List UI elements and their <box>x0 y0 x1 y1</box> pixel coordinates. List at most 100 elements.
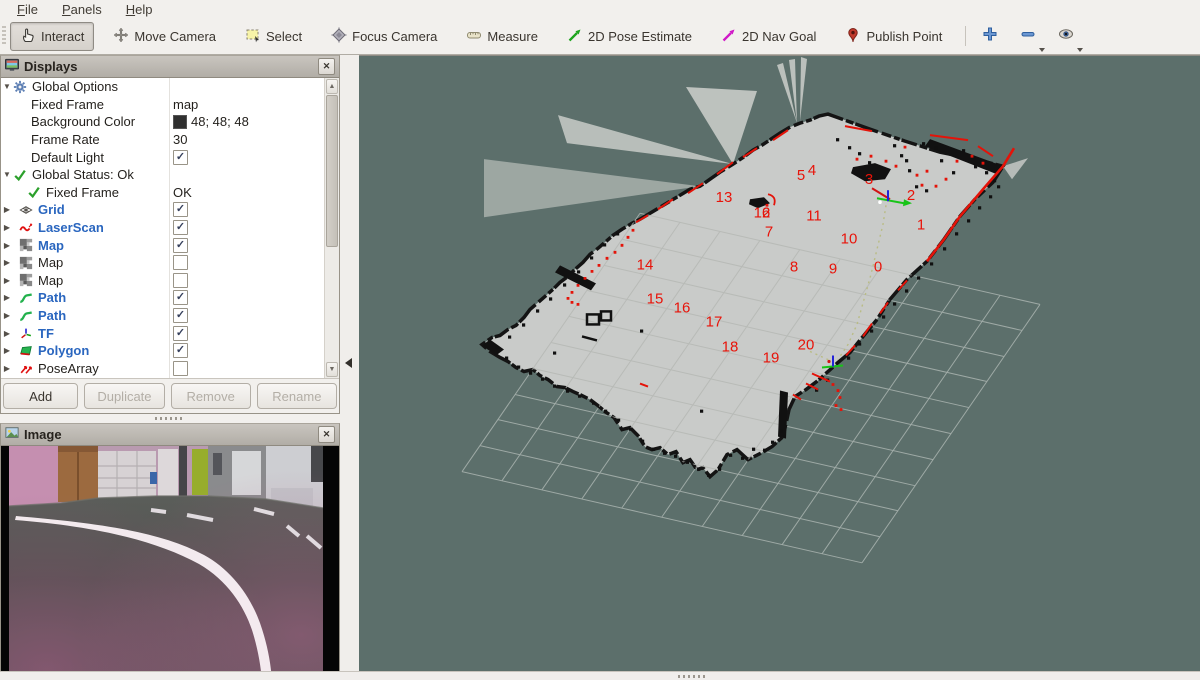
expander-right-icon[interactable]: ▶ <box>1 311 13 320</box>
tree-row-path[interactable]: ▶Path✓ <box>1 307 325 325</box>
tool-focus-camera[interactable]: Focus Camera <box>321 22 447 51</box>
tool-2d-nav-goal[interactable]: 2D Nav Goal <box>711 22 826 51</box>
tree-row-default-light[interactable]: Default Light✓ <box>1 148 325 166</box>
eye-button[interactable] <box>1052 23 1080 50</box>
collapse-panel-icon[interactable] <box>345 358 352 368</box>
tree-row-map[interactable]: ▶Map✓ <box>1 236 325 254</box>
tree-row-frame-rate[interactable]: Frame Rate30 <box>1 131 325 149</box>
visibility-checkbox[interactable] <box>173 255 188 270</box>
visibility-checkbox[interactable]: ✓ <box>173 150 188 165</box>
waypoint-label-14: 14 <box>637 256 654 273</box>
polygon-icon <box>19 344 35 358</box>
waypoint-label-5: 5 <box>797 167 805 184</box>
visibility-checkbox[interactable]: ✓ <box>173 238 188 253</box>
tree-row-posearray[interactable]: ▶PoseArray <box>1 360 325 378</box>
vertical-splitter[interactable] <box>340 55 359 672</box>
expander-down-icon[interactable]: ▼ <box>1 170 13 179</box>
color-swatch <box>173 115 187 129</box>
tool-publish-point[interactable]: Publish Point <box>835 22 952 51</box>
expander-right-icon[interactable]: ▶ <box>1 329 13 338</box>
move-camera-icon <box>113 27 129 46</box>
tool-interact[interactable]: Interact <box>10 22 94 51</box>
bottom-splitter[interactable] <box>0 671 1200 680</box>
tree-row-global-options[interactable]: ▼Global Options <box>1 78 325 96</box>
tool-2d-pose-estimate[interactable]: 2D Pose Estimate <box>557 22 702 51</box>
menu-help[interactable]: Help <box>115 2 164 17</box>
tree-row-background-color[interactable]: Background Color48; 48; 48 <box>1 113 325 131</box>
waypoint-label-19: 19 <box>763 349 780 366</box>
zoom-out-icon <box>1020 26 1036 47</box>
waypoint-label-8: 8 <box>790 258 798 275</box>
tree-row-tf[interactable]: ▶TF✓ <box>1 324 325 342</box>
tree-row-grid[interactable]: ▶Grid✓ <box>1 201 325 219</box>
hand-icon <box>20 27 36 46</box>
tool-move-camera[interactable]: Move Camera <box>103 22 226 51</box>
waypoint-label-3: 3 <box>865 171 873 188</box>
visibility-checkbox[interactable]: ✓ <box>173 202 188 217</box>
path-icon <box>19 291 35 305</box>
waypoint-label-2: 2 <box>907 187 915 204</box>
property-value[interactable]: 48; 48; 48 <box>191 114 249 129</box>
visibility-checkbox[interactable]: ✓ <box>173 343 188 358</box>
chevron-down-icon[interactable] <box>1039 48 1045 52</box>
image-icon <box>5 426 19 443</box>
expander-right-icon[interactable]: ▶ <box>1 223 13 232</box>
tree-row-path[interactable]: ▶Path✓ <box>1 289 325 307</box>
scroll-up-icon[interactable]: ▲ <box>326 79 338 94</box>
waypoint-label-18: 18 <box>722 338 739 355</box>
waypoint-label-11: 11 <box>806 207 822 224</box>
expander-right-icon[interactable]: ▶ <box>1 293 13 302</box>
tool-select[interactable]: Select <box>235 22 312 51</box>
status-ok-icon <box>13 168 29 182</box>
expander-right-icon[interactable]: ▶ <box>1 364 13 373</box>
remove-button: Remove <box>171 383 251 409</box>
eye-icon <box>1058 26 1074 47</box>
scrollbar-thumb[interactable] <box>326 95 338 247</box>
expander-down-icon[interactable]: ▼ <box>1 82 13 91</box>
toolbar-separator <box>965 26 966 46</box>
expander-right-icon[interactable]: ▶ <box>1 241 13 250</box>
menu-file[interactable]: File <box>6 2 49 17</box>
image-panel-title: Image <box>24 427 62 442</box>
close-icon[interactable]: ✕ <box>318 58 335 75</box>
add-button[interactable]: Add <box>3 383 78 409</box>
nav-goal-icon <box>721 27 737 46</box>
visibility-checkbox[interactable]: ✓ <box>173 326 188 341</box>
horizontal-splitter[interactable] <box>0 414 340 423</box>
tree-scrollbar[interactable]: ▲ ▼ <box>324 78 339 378</box>
property-value[interactable]: 30 <box>173 132 187 147</box>
tree-row-fixed-frame[interactable]: Fixed FrameOK <box>1 184 325 202</box>
visibility-checkbox[interactable]: ✓ <box>173 290 188 305</box>
left-column: Displays ✕ ▼Global OptionsFixed Framemap… <box>0 55 340 672</box>
tree-row-fixed-frame[interactable]: Fixed Framemap <box>1 96 325 114</box>
visibility-checkbox[interactable] <box>173 361 188 376</box>
menu-panels[interactable]: Panels <box>51 2 113 17</box>
displays-panel-titlebar[interactable]: Displays ✕ <box>1 56 339 78</box>
tool-measure[interactable]: Measure <box>456 22 548 51</box>
chevron-down-icon[interactable] <box>1077 48 1083 52</box>
visibility-checkbox[interactable]: ✓ <box>173 308 188 323</box>
expander-right-icon[interactable]: ▶ <box>1 205 13 214</box>
visibility-checkbox[interactable]: ✓ <box>173 220 188 235</box>
zoom-in-button[interactable] <box>976 23 1004 50</box>
expander-right-icon[interactable]: ▶ <box>1 258 13 267</box>
zoom-out-button[interactable] <box>1014 23 1042 50</box>
waypoint-label-10: 10 <box>841 230 858 247</box>
image-panel-titlebar[interactable]: Image ✕ <box>1 424 339 446</box>
laserscan-icon <box>19 221 35 235</box>
visibility-checkbox[interactable] <box>173 273 188 288</box>
property-value[interactable]: map <box>173 97 198 112</box>
tree-row-polygon[interactable]: ▶Polygon✓ <box>1 342 325 360</box>
tree-row-laserscan[interactable]: ▶LaserScan✓ <box>1 219 325 237</box>
3d-viewport[interactable]: 01234567891011121314151617181920 <box>359 55 1200 672</box>
property-value[interactable]: OK <box>173 185 192 200</box>
tree-row-global-status-ok[interactable]: ▼Global Status: Ok <box>1 166 325 184</box>
close-icon[interactable]: ✕ <box>318 426 335 443</box>
tree-row-map[interactable]: ▶Map <box>1 272 325 290</box>
expander-right-icon[interactable]: ▶ <box>1 346 13 355</box>
tree-row-map[interactable]: ▶Map <box>1 254 325 272</box>
expander-right-icon[interactable]: ▶ <box>1 276 13 285</box>
display-buttons-row: AddDuplicateRemoveRename <box>1 378 339 413</box>
scroll-down-icon[interactable]: ▼ <box>326 362 338 377</box>
select-icon <box>245 27 261 46</box>
